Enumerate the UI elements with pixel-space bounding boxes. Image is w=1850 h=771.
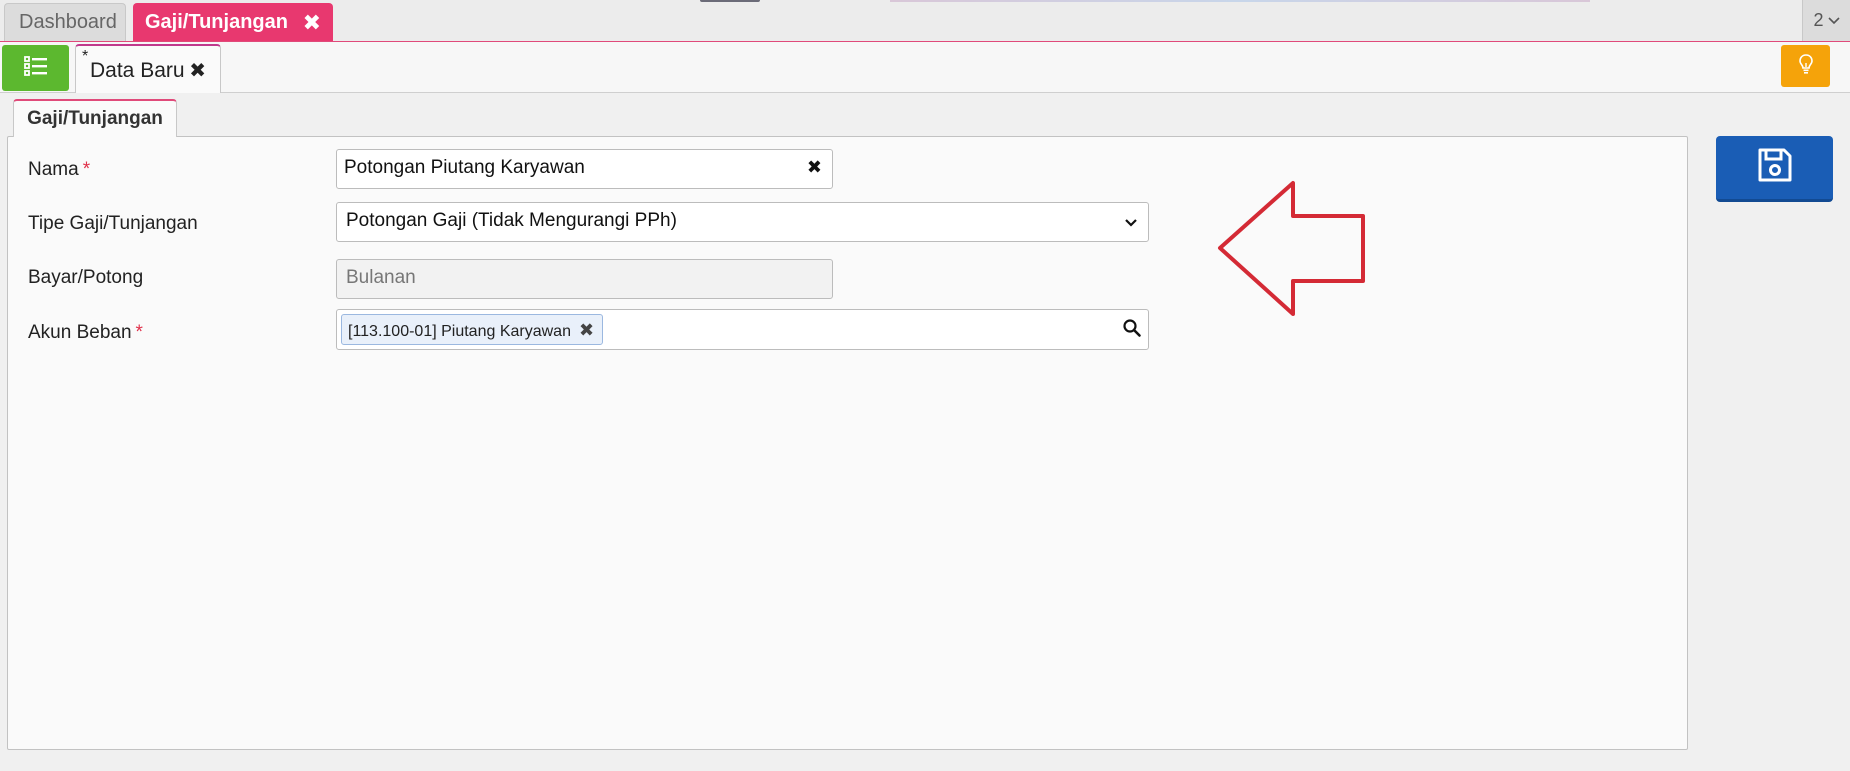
required-marker: * xyxy=(135,322,143,343)
form-panel: Nama * Potongan Piutang Karyawan ✖ Tipe G… xyxy=(7,136,1688,750)
tab-overflow-dropdown[interactable]: 2 xyxy=(1802,0,1850,41)
tipe-value: Potongan Gaji (Tidak Mengurangi PPh) xyxy=(346,210,677,231)
search-icon[interactable] xyxy=(1122,318,1142,344)
list-icon xyxy=(23,55,48,82)
nama-value: Potongan Piutang Karyawan xyxy=(344,157,585,178)
tab-count: 2 xyxy=(1813,10,1824,30)
bayar-potong-field: Bulanan xyxy=(336,259,833,299)
akun-tag-label: [113.100-01] Piutang Karyawan xyxy=(348,323,571,340)
tipe-label-text: Tipe Gaji/Tunjangan xyxy=(28,213,198,234)
tab-dashboard-label: Dashboard xyxy=(19,11,117,33)
akun-label: Akun Beban * xyxy=(28,322,143,344)
akun-tag: [113.100-01] Piutang Karyawan ✖ xyxy=(341,314,604,345)
akun-beban-input[interactable]: [113.100-01] Piutang Karyawan ✖ xyxy=(336,309,1149,350)
akun-label-text: Akun Beban xyxy=(28,322,132,343)
chevron-down-icon xyxy=(1124,212,1138,234)
lightbulb-icon xyxy=(1797,53,1815,80)
save-button[interactable] xyxy=(1716,136,1833,202)
clear-icon[interactable]: ✖ xyxy=(807,157,822,178)
nama-label-text: Nama xyxy=(28,159,79,180)
document-toolbar: * Data Baru ✖ xyxy=(0,42,1850,93)
unsaved-marker: * xyxy=(82,48,89,65)
required-marker: * xyxy=(82,159,91,180)
tab-gaji-tunjangan[interactable]: Gaji/Tunjangan ✖ xyxy=(133,3,333,41)
close-tab-icon[interactable]: ✖ xyxy=(189,58,206,83)
bayar-label-text: Bayar/Potong xyxy=(28,267,144,288)
tipe-label: Tipe Gaji/Tunjangan xyxy=(28,213,198,235)
tab-gaji-tunjangan-section[interactable]: Gaji/Tunjangan xyxy=(13,99,177,137)
background-decoration xyxy=(890,0,1590,2)
tab-data-baru-label: Data Baru xyxy=(90,59,185,82)
top-tab-bar: Dashboard Gaji/Tunjangan ✖ 2 xyxy=(0,0,1850,42)
nama-input[interactable]: Potongan Piutang Karyawan ✖ xyxy=(336,149,833,189)
annotation-arrow xyxy=(1218,181,1365,316)
tipe-gaji-select[interactable]: Potongan Gaji (Tidak Mengurangi PPh) xyxy=(336,202,1149,242)
floppy-disk-icon xyxy=(1756,146,1794,189)
bayar-label: Bayar/Potong xyxy=(28,267,143,289)
tab-dashboard[interactable]: Dashboard xyxy=(4,3,126,41)
section-tab-label: Gaji/Tunjangan xyxy=(27,108,163,129)
chevron-down-icon xyxy=(1827,13,1840,28)
list-view-button[interactable] xyxy=(2,45,69,91)
remove-tag-icon[interactable]: ✖ xyxy=(579,320,594,340)
close-tab-icon[interactable]: ✖ xyxy=(303,10,321,36)
tab-gaji-tunjangan-label: Gaji/Tunjangan xyxy=(145,10,288,33)
tab-data-baru[interactable]: * Data Baru ✖ xyxy=(75,44,221,93)
nama-label: Nama * xyxy=(28,159,90,181)
hint-button[interactable] xyxy=(1781,45,1830,87)
background-decoration xyxy=(700,0,760,2)
bayar-value: Bulanan xyxy=(346,267,416,288)
